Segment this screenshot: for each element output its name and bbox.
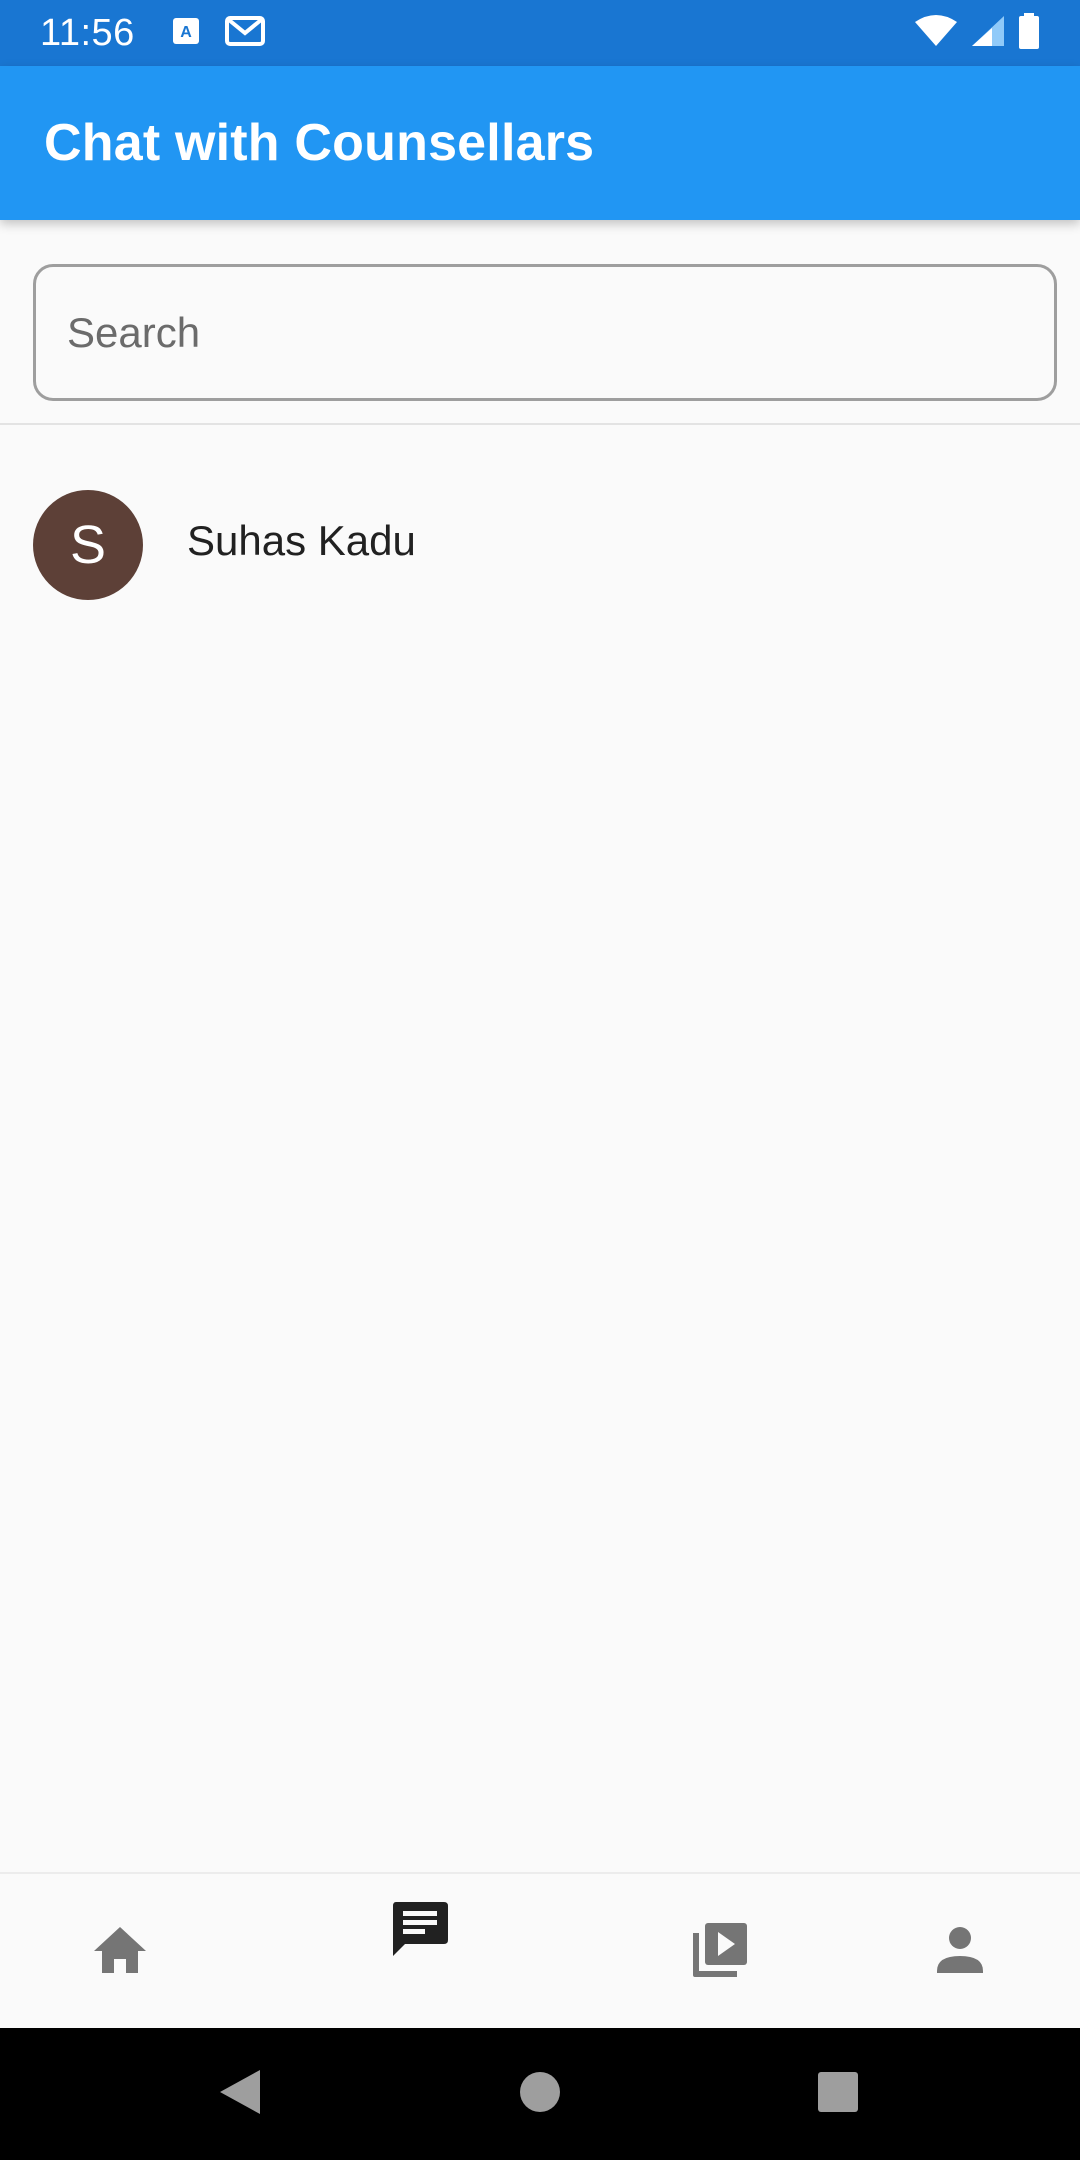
system-back-button[interactable] xyxy=(170,2028,310,2160)
screen: 11:56 A Chat with Counsellars Search S S… xyxy=(0,0,1080,2160)
avatar-initial: S xyxy=(69,515,107,575)
person-icon xyxy=(935,1925,985,1980)
system-home-button[interactable] xyxy=(470,2028,610,2160)
app-bar: Chat with Counsellars xyxy=(0,66,1080,220)
translate-notification-icon: A xyxy=(171,16,201,51)
search-input[interactable] xyxy=(36,267,1054,398)
status-bar: 11:56 A xyxy=(0,0,1080,66)
system-recents-button[interactable] xyxy=(768,2028,908,2160)
search-box[interactable] xyxy=(33,264,1057,401)
cell-signal-icon xyxy=(970,14,1006,53)
nav-videos[interactable] xyxy=(620,1874,820,2030)
bottom-nav xyxy=(0,1872,1080,2028)
gmail-notification-icon xyxy=(224,15,265,52)
page-title: Chat with Counsellars xyxy=(44,114,595,172)
nav-chat[interactable] xyxy=(320,1874,520,2030)
list-item[interactable]: S Suhas Kadu xyxy=(0,470,1080,620)
notification-icons: A xyxy=(171,15,265,52)
nav-home[interactable] xyxy=(20,1874,220,2030)
contact-name: Suhas Kadu xyxy=(187,517,416,564)
video-library-icon xyxy=(691,1921,749,1984)
wifi-icon xyxy=(914,14,958,53)
home-circle-icon xyxy=(519,2071,561,2118)
status-right-icons xyxy=(914,12,1040,54)
status-time: 11:56 xyxy=(40,11,135,54)
system-nav-bar xyxy=(0,2028,1080,2160)
svg-text:A: A xyxy=(180,24,192,41)
back-icon xyxy=(218,2068,262,2121)
battery-icon xyxy=(1018,12,1040,54)
nav-profile[interactable] xyxy=(860,1874,1060,2030)
recents-icon xyxy=(817,2071,859,2118)
chat-icon xyxy=(391,1900,449,1963)
avatar: S xyxy=(33,490,143,600)
home-icon xyxy=(92,1925,148,1980)
divider xyxy=(0,423,1080,425)
